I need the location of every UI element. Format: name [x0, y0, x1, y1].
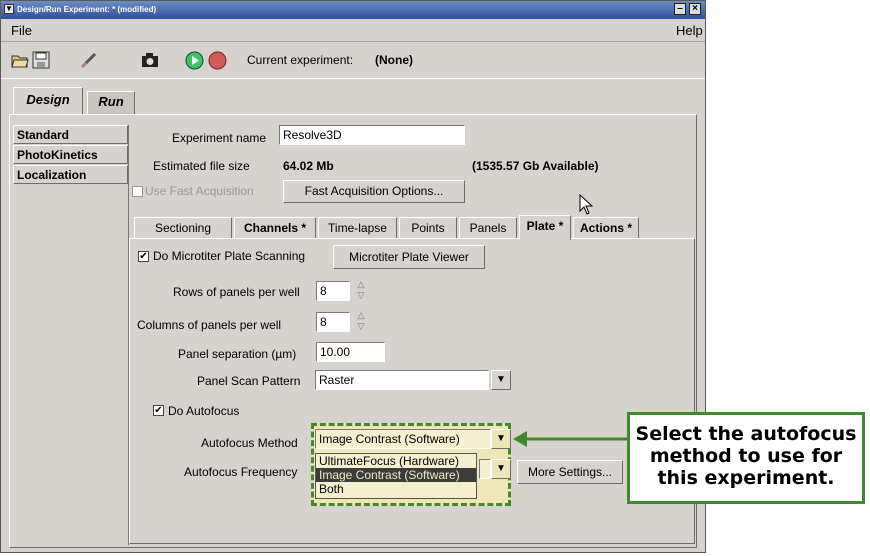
- save-icon[interactable]: [32, 51, 50, 69]
- plate-scanning-label: Do Microtiter Plate Scanning: [153, 249, 306, 263]
- tab-time-lapse[interactable]: Time-lapse: [318, 217, 397, 238]
- tab-points[interactable]: Points: [399, 217, 457, 238]
- toolbar: Current experiment: (None): [1, 41, 705, 79]
- panel-separation-input[interactable]: 10.00: [316, 342, 385, 362]
- sidebar: Standard PhotoKinetics Localization: [13, 125, 128, 545]
- sidebar-item-photokinetics[interactable]: PhotoKinetics: [13, 145, 128, 164]
- sidebar-item-localization[interactable]: Localization: [13, 165, 128, 184]
- fast-acquisition-options-button[interactable]: Fast Acquisition Options...: [283, 180, 465, 203]
- tab-design[interactable]: Design: [13, 87, 83, 114]
- option-ultimatefocus[interactable]: UltimateFocus (Hardware): [316, 454, 476, 468]
- play-icon[interactable]: [185, 51, 204, 70]
- columns-label: Columns of panels per well: [137, 318, 282, 332]
- autofocus-options-list: UltimateFocus (Hardware) Image Contrast …: [315, 453, 477, 499]
- clear-icon[interactable]: [80, 51, 98, 69]
- autofocus-frequency-input[interactable]: [479, 459, 491, 479]
- option-both[interactable]: Both: [316, 482, 476, 496]
- current-experiment-label: Current experiment:: [247, 53, 354, 67]
- plate-scanning-checkbox[interactable]: ✔: [138, 251, 149, 262]
- window-menu-icon[interactable]: ▼: [4, 4, 14, 14]
- scan-pattern-select[interactable]: Raster: [315, 370, 489, 390]
- tab-plate[interactable]: Plate *: [519, 215, 571, 240]
- window-title: Design/Run Experiment: * (modified): [17, 5, 157, 14]
- experiment-name-label: Experiment name: [172, 131, 267, 145]
- title-bar: ▼ Design/Run Experiment: * (modified) – …: [1, 1, 705, 19]
- app-window: ▼ Design/Run Experiment: * (modified) – …: [0, 0, 706, 553]
- autofocus-method-dropdown-button[interactable]: ▼: [491, 429, 511, 449]
- menu-bar: File Help: [1, 19, 705, 41]
- columns-stepper[interactable]: △ ▽: [354, 310, 368, 334]
- plate-viewer-button[interactable]: Microtiter Plate Viewer: [333, 245, 485, 269]
- mouse-cursor-icon: [579, 193, 595, 219]
- menu-help[interactable]: Help: [676, 23, 703, 38]
- tab-run[interactable]: Run: [87, 91, 135, 114]
- tab-panels[interactable]: Panels: [459, 217, 517, 238]
- autofocus-frequency-dropdown-button[interactable]: ▼: [491, 459, 511, 479]
- callout-arrow: [511, 427, 631, 454]
- available-space: (1535.57 Gb Available): [472, 159, 599, 173]
- sidebar-item-standard[interactable]: Standard: [13, 125, 128, 144]
- autofocus-frequency-label: Autofocus Frequency: [184, 465, 298, 479]
- option-image-contrast[interactable]: Image Contrast (Software): [316, 468, 476, 482]
- autofocus-label: Do Autofocus: [168, 404, 240, 418]
- tab-actions[interactable]: Actions *: [573, 217, 639, 238]
- fast-acquisition-label: Use Fast Acquisition: [145, 184, 254, 198]
- autofocus-method-label: Autofocus Method: [201, 436, 298, 450]
- stop-icon[interactable]: [208, 51, 227, 70]
- autofocus-method-select[interactable]: Image Contrast (Software): [315, 429, 491, 449]
- scan-pattern-dropdown-button[interactable]: ▼: [491, 370, 511, 390]
- panel-separation-label: Panel separation (µm): [178, 347, 297, 361]
- tab-channels[interactable]: Channels *: [234, 217, 316, 238]
- menu-file[interactable]: File: [11, 23, 32, 38]
- rows-label: Rows of panels per well: [173, 285, 300, 299]
- file-size-label: Estimated file size: [153, 159, 250, 173]
- columns-input[interactable]: 8: [316, 312, 350, 332]
- current-experiment-value: (None): [375, 53, 413, 67]
- rows-input[interactable]: 8: [316, 281, 350, 301]
- file-size-value: 64.02 Mb: [283, 159, 334, 173]
- close-button[interactable]: ×: [689, 3, 701, 15]
- tab-sectioning[interactable]: Sectioning: [134, 217, 232, 238]
- open-icon[interactable]: [11, 51, 29, 69]
- minimize-button[interactable]: –: [674, 3, 686, 15]
- camera-icon[interactable]: [141, 51, 159, 69]
- callout-box: Select the autofocus method to use for t…: [627, 412, 865, 504]
- autofocus-checkbox[interactable]: ✔: [153, 405, 164, 416]
- experiment-name-input[interactable]: Resolve3D: [279, 125, 465, 145]
- more-settings-button[interactable]: More Settings...: [517, 460, 623, 484]
- rows-stepper[interactable]: △ ▽: [354, 279, 368, 303]
- fast-acquisition-checkbox[interactable]: [132, 186, 143, 197]
- scan-pattern-label: Panel Scan Pattern: [197, 374, 301, 388]
